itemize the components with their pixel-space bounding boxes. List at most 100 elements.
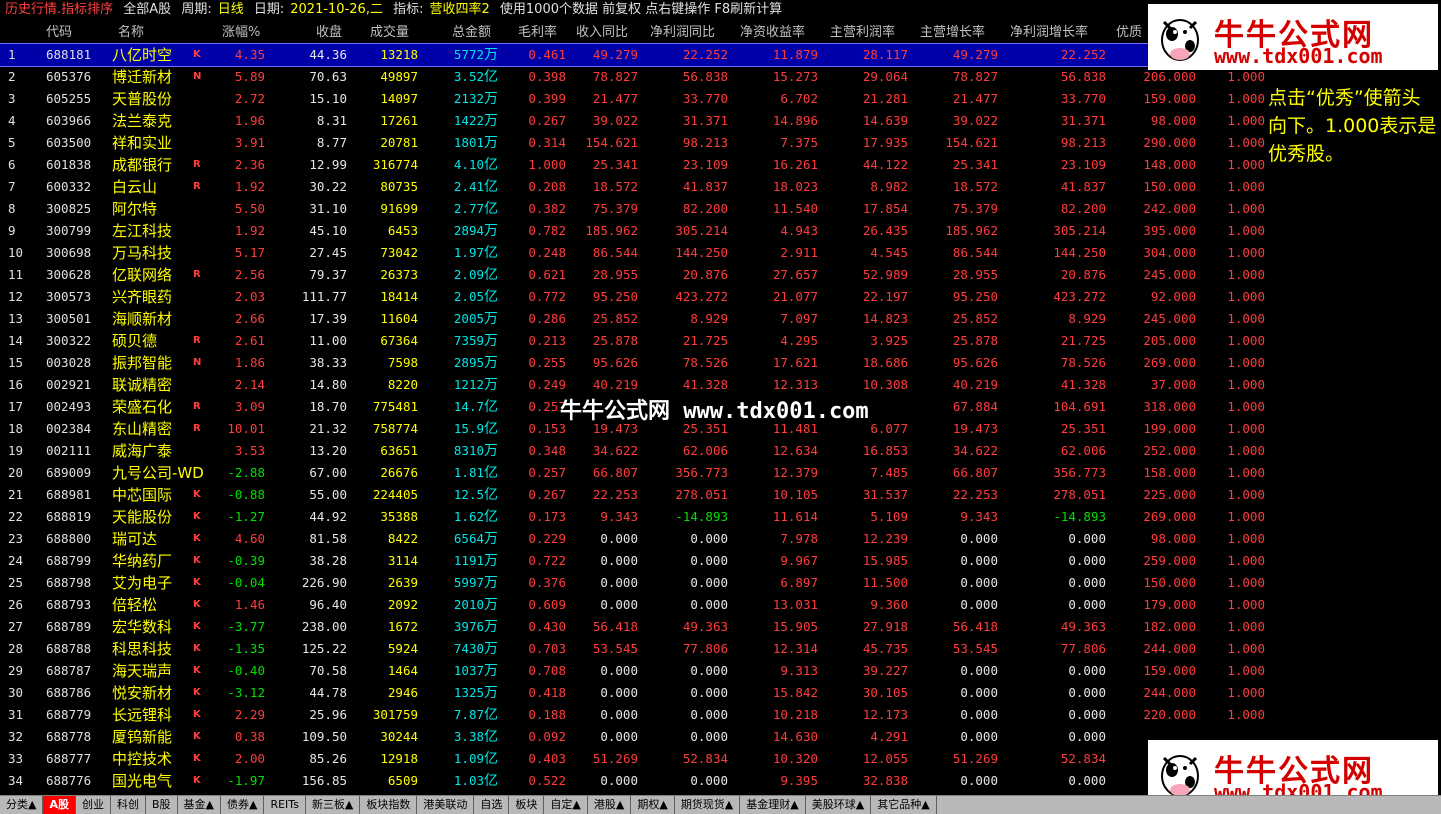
market-tab-bar[interactable]: 分类▲ A股 创业 科创 B股 基金▲ 债券▲ REITs 新三板▲ 板块指数 港美联动 自选 板块 自定… — [0, 795, 1441, 814]
table-row[interactable]: 12 300573 兴齐眼药 2.03 111.77 18414 2.05亿 0.772 95.… — [0, 286, 1265, 308]
table-row[interactable]: 10 300698 万马科技 5.17 27.45 73042 1.97亿 0.248 86.5… — [0, 242, 1265, 264]
market-tab[interactable]: 港股▲ — [588, 796, 632, 814]
stock-code: 600332 — [46, 179, 92, 194]
table-row[interactable]: 23 688800 瑞可达 K 4.60 81.58 8422 6564万 0.229 0.000… — [0, 528, 1265, 550]
market-tab[interactable]: 新三板▲ — [306, 796, 361, 814]
table-row[interactable]: 32 688778 厦钨新能 K 0.38 109.50 30244 3.38亿 0.092 0.… — [0, 726, 1150, 748]
market-tab[interactable]: 港美联动 — [417, 796, 475, 814]
quality-flag: 1.000 — [1227, 333, 1265, 348]
period-value[interactable]: 日线 — [218, 2, 244, 17]
volume: 8220 — [387, 377, 418, 392]
column-header[interactable]: 净利润增长率 — [1010, 22, 1088, 44]
row-index: 6 — [8, 157, 16, 172]
close-price: 21.32 — [309, 421, 347, 436]
column-header[interactable]: 主营利润率 — [830, 22, 895, 44]
table-row[interactable]: 24 688799 华纳药厂 K -0.39 38.28 3114 1191万 0.722 0.0… — [0, 550, 1265, 572]
table-row[interactable]: 14 300322 硕贝德 R 2.61 11.00 67364 7359万 0.213 25.8… — [0, 330, 1265, 352]
table-row[interactable]: 27 688789 宏华数科 K -3.77 238.00 1672 3976万 0.430 56… — [0, 616, 1265, 638]
table-row[interactable]: 1 688181 八亿时空 K 4.35 44.36 13218 5772万 0.461 49.2… — [0, 43, 1151, 67]
amount-unit: 万 — [484, 135, 498, 151]
table-row[interactable]: 22 688819 天能股份 K -1.27 44.92 35388 1.62亿 0.173 9.… — [0, 506, 1265, 528]
table-row[interactable]: 11 300628 亿联网络 R 2.56 79.37 26373 2.09亿 0.621 28.… — [0, 264, 1265, 286]
table-row[interactable]: 25 688798 艾为电子 K -0.04 226.90 2639 5997万 0.376 0.… — [0, 572, 1265, 594]
market-tab[interactable]: 板块 — [509, 796, 545, 814]
volume: 11604 — [380, 311, 418, 326]
market-tab[interactable]: 创业 — [76, 796, 111, 814]
column-header[interactable]: 成交量 — [370, 22, 409, 44]
op-profit-margin: 12.173 — [862, 707, 908, 722]
column-header[interactable]: 优质 — [1116, 22, 1142, 44]
column-header[interactable]: 名称 — [118, 22, 144, 44]
table-row[interactable]: 34 688776 国光电气 K -1.97 156.85 6509 1.03亿 0.522 0.… — [0, 770, 1150, 792]
quality-flag: 1.000 — [1227, 641, 1265, 656]
column-header[interactable]: 代码 — [46, 22, 72, 44]
amount-unit: 万 — [484, 355, 498, 371]
table-row[interactable]: 6 601838 成都银行 R 2.36 12.99 316774 4.10亿 1.000 25.… — [0, 154, 1265, 176]
table-row[interactable]: 9 300799 左江科技 1.92 45.10 6453 2894万 0.782 185.96… — [0, 220, 1265, 242]
op-profit-margin: 15.985 — [862, 553, 908, 568]
close-price: 27.45 — [309, 245, 347, 260]
table-row[interactable]: 8 300825 阿尔特 5.50 31.10 91699 2.77亿 0.382 75.379… — [0, 198, 1265, 220]
total-amount: 1.03亿 — [420, 770, 498, 792]
column-header[interactable]: 总金额 — [452, 22, 491, 44]
market-tab[interactable]: 期货现货▲ — [675, 796, 741, 814]
amount-unit: 万 — [484, 91, 498, 107]
table-row[interactable]: 2 605376 博迁新材 N 5.89 70.63 49897 3.52亿 0.398 78.8… — [0, 66, 1265, 88]
column-header[interactable]: 收盘 — [316, 22, 342, 44]
op-growth: 154.621 — [945, 135, 998, 150]
column-header[interactable]: 毛利率 — [518, 22, 557, 44]
table-row[interactable]: 33 688777 中控技术 K 2.00 85.26 12918 1.09亿 0.403 51.… — [0, 748, 1150, 770]
indicator-value[interactable]: 营收四率2 — [429, 2, 489, 17]
table-row[interactable]: 7 600332 白云山 R 1.92 30.22 80735 2.41亿 0.208 18.57… — [0, 176, 1265, 198]
gross-margin: 0.782 — [528, 223, 566, 238]
gross-margin: 0.621 — [528, 267, 566, 282]
column-header[interactable]: 主营增长率 — [920, 22, 985, 44]
amount-value: 3.52 — [453, 69, 484, 84]
scope-selector[interactable]: 全部A股 — [123, 2, 171, 17]
market-tab[interactable]: 美股环球▲ — [806, 796, 872, 814]
table-row[interactable]: 31 688779 长远锂科 K 2.29 25.96 301759 7.87亿 0.188 0.… — [0, 704, 1265, 726]
row-index: 5 — [8, 135, 16, 150]
column-header[interactable]: 收入同比 — [576, 22, 628, 44]
table-row[interactable]: 30 688786 悦安新材 K -3.12 44.78 2946 1325万 0.418 0.0… — [0, 682, 1265, 704]
table-row[interactable]: 26 688793 倍轻松 K 1.46 96.40 2092 2010万 0.609 0.000… — [0, 594, 1265, 616]
amount-value: 5772 — [453, 47, 484, 62]
date-value[interactable]: 2021-10-26,二 — [290, 2, 383, 17]
column-header[interactable]: 净资收益率 — [740, 22, 805, 44]
market-tab[interactable]: 科创 — [111, 796, 146, 814]
column-header[interactable]: 净利润同比 — [650, 22, 715, 44]
market-tab[interactable]: 债券▲ — [221, 796, 265, 814]
table-row[interactable]: 15 003028 振邦智能 N 1.86 38.33 7598 2895万 0.255 95.6… — [0, 352, 1265, 374]
market-tab[interactable]: B股 — [146, 796, 178, 814]
net-profit-growth: 0.000 — [1068, 553, 1106, 568]
market-tab[interactable]: 期权▲ — [631, 796, 675, 814]
net-profit-yoy: 78.526 — [682, 355, 728, 370]
table-row[interactable]: 28 688788 科思科技 K -1.35 125.22 5924 7430万 0.703 53… — [0, 638, 1265, 660]
gross-margin: 0.522 — [528, 773, 566, 788]
close-price: 11.00 — [309, 333, 347, 348]
table-row[interactable]: 3 605255 天普股份 2.72 15.10 14097 2132万 0.399 21.47… — [0, 88, 1265, 110]
market-tab[interactable]: 分类▲ — [0, 796, 44, 814]
stock-code: 605255 — [46, 91, 92, 106]
table-row[interactable]: 21 688981 中芯国际 K -0.88 55.00 224405 12.5亿 0.267 2… — [0, 484, 1265, 506]
revenue-yoy: 9.343 — [600, 509, 638, 524]
table-row[interactable]: 19 002111 威海广泰 3.53 13.20 63651 8310万 0.348 34.6… — [0, 440, 1265, 462]
quality-score: 245.000 — [1143, 311, 1196, 326]
table-row[interactable]: 5 603500 祥和实业 3.91 8.77 20781 1801万 0.314 154.62… — [0, 132, 1265, 154]
market-tab[interactable]: 基金▲ — [178, 796, 221, 814]
table-row[interactable]: 29 688787 海天瑞声 K -0.40 70.58 1464 1037万 0.708 0.0… — [0, 660, 1265, 682]
roe: 6.897 — [780, 575, 818, 590]
column-header[interactable]: 涨幅% — [222, 22, 260, 44]
gross-margin: 0.173 — [528, 509, 566, 524]
market-tab[interactable]: 其它品种▲ — [871, 796, 937, 814]
table-row[interactable]: 4 603966 法兰泰克 1.96 8.31 17261 1422万 0.267 39.022… — [0, 110, 1265, 132]
period-label: 周期: — [181, 2, 212, 17]
market-tab[interactable]: A股 — [43, 796, 76, 814]
table-row[interactable]: 13 300501 海顺新材 2.66 17.39 11604 2005万 0.286 25.8… — [0, 308, 1265, 330]
market-tab[interactable]: 自选 — [474, 796, 510, 814]
market-tab[interactable]: 基金理财▲ — [740, 796, 806, 814]
market-tab[interactable]: REITs — [264, 796, 306, 814]
market-tab[interactable]: 板块指数 — [360, 796, 418, 814]
table-row[interactable]: 20 689009 九号公司-WD -2.88 67.00 26676 1.81亿 0.257… — [0, 462, 1265, 484]
market-tab[interactable]: 自定▲ — [544, 796, 588, 814]
